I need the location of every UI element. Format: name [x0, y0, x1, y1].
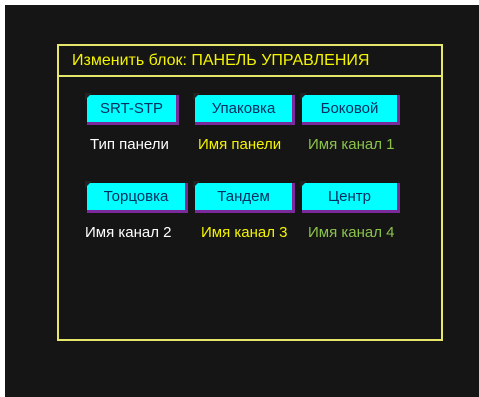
- channel-2-label: Имя канал 2: [85, 224, 172, 241]
- channel-3-label: Имя канал 3: [201, 224, 288, 241]
- channel-4-label: Имя канал 4: [308, 224, 395, 241]
- panel-name-label: Имя панели: [198, 136, 282, 153]
- channel-3-button[interactable]: Тандем: [193, 181, 295, 213]
- channel-1-button[interactable]: Боковой: [300, 93, 400, 125]
- dialog-title: Изменить блок: ПАНЕЛЬ УПРАВЛЕНИЯ: [59, 46, 441, 77]
- panel-type-button[interactable]: SRT-STP: [85, 93, 179, 125]
- channel-2-button[interactable]: Торцовка: [85, 181, 188, 213]
- panel-type-label: Тип панели: [90, 136, 169, 153]
- channel-4-button[interactable]: Центр: [300, 181, 400, 213]
- device-screen: Изменить блок: ПАНЕЛЬ УПРАВЛЕНИЯ SRT-STP…: [5, 5, 479, 397]
- panel-name-button[interactable]: Упаковка: [193, 93, 295, 125]
- channel-1-label: Имя канал 1: [308, 136, 395, 153]
